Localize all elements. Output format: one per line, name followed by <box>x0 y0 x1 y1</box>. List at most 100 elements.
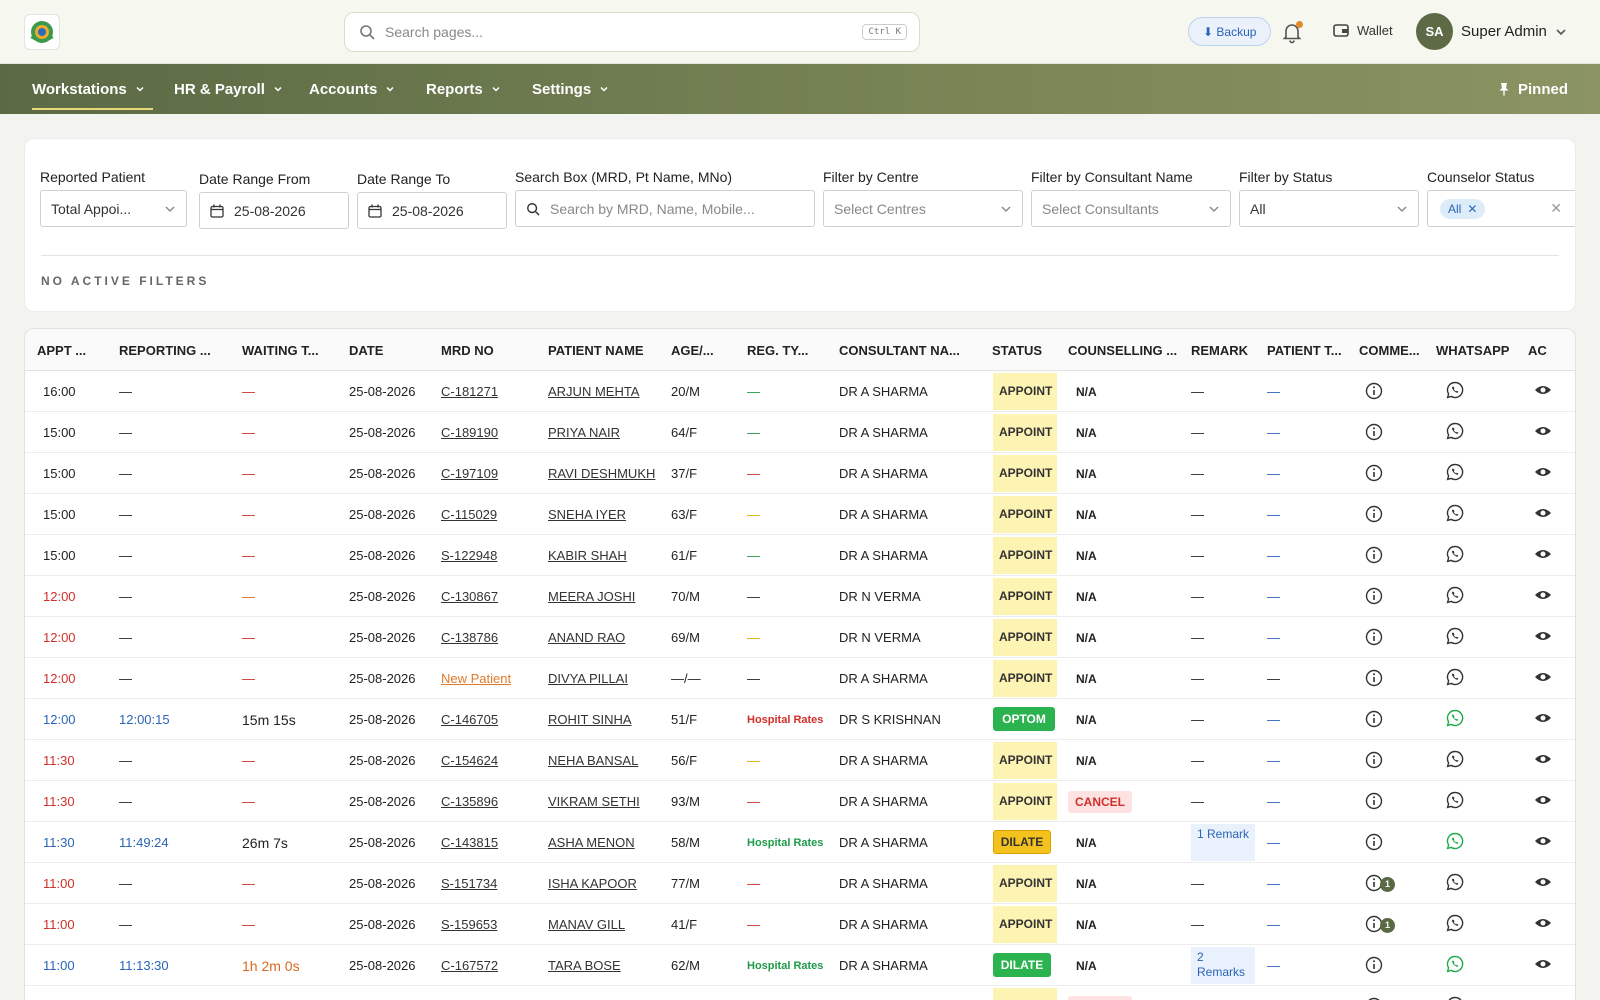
column-header[interactable]: PATIENT NAME <box>548 329 644 371</box>
eye-icon[interactable] <box>1534 545 1552 566</box>
eye-icon[interactable] <box>1534 955 1552 976</box>
status-badge[interactable]: APPOINT <box>993 455 1057 492</box>
info-icon[interactable]: 1 <box>1365 915 1395 935</box>
column-header[interactable]: AGE/... <box>671 329 714 371</box>
patient-name-link[interactable]: ANAND RAO <box>548 630 625 645</box>
cancel-badge[interactable]: CANCEL <box>1068 790 1132 813</box>
table-row[interactable]: 15:00 — — 25-08-2026 C-189190 PRIYA NAIR 64/F —… <box>25 412 1575 453</box>
patient-name-link[interactable]: SNEHA IYER <box>548 507 626 522</box>
eye-icon[interactable] <box>1534 668 1552 689</box>
whatsapp-icon[interactable] <box>1446 791 1464 812</box>
eye-icon[interactable] <box>1534 709 1552 730</box>
status-badge[interactable]: APPOINT <box>993 373 1057 410</box>
mrd-link[interactable]: S-151734 <box>441 876 497 891</box>
whatsapp-icon[interactable] <box>1446 832 1464 853</box>
mrd-link[interactable]: C-115029 <box>441 507 497 522</box>
column-header[interactable]: CONSULTANT NA... <box>839 329 960 371</box>
status-badge[interactable]: APPOINT <box>993 537 1057 574</box>
info-icon[interactable] <box>1365 423 1385 443</box>
column-header[interactable]: DATE <box>349 329 383 371</box>
avatar[interactable]: SA <box>1416 13 1453 50</box>
status-badge[interactable]: APPOINT <box>993 988 1057 1000</box>
date-from-input[interactable]: 25-08-2026 <box>199 192 349 229</box>
whatsapp-icon[interactable] <box>1446 381 1464 402</box>
chip-remove-icon[interactable]: ✕ <box>1467 202 1477 216</box>
info-icon[interactable]: 1 <box>1365 874 1395 894</box>
info-icon[interactable] <box>1365 792 1385 812</box>
info-icon[interactable] <box>1365 464 1385 484</box>
table-row[interactable]: 12:00 — — 25-08-2026 C-130867 MEERA JOSHI 70/M… <box>25 576 1575 617</box>
column-header[interactable]: WHATSAPP <box>1436 329 1509 371</box>
patient-name-link[interactable]: ISHA KAPOOR <box>548 876 637 891</box>
whatsapp-icon[interactable] <box>1446 586 1464 607</box>
column-header[interactable]: COMME... <box>1359 329 1420 371</box>
info-icon[interactable] <box>1365 587 1385 607</box>
remark-link[interactable]: 1 Remark <box>1191 824 1255 861</box>
table-row[interactable]: 11:30 11:49:24 26m 7s 25-08-2026 C-143815 ASH… <box>25 822 1575 863</box>
status-badge[interactable]: APPOINT <box>993 578 1057 615</box>
whatsapp-icon[interactable] <box>1446 668 1464 689</box>
patient-name-link[interactable]: NEHA BANSAL <box>548 753 638 768</box>
mrd-link[interactable]: C-146705 <box>441 712 498 727</box>
counselor-status-select[interactable]: All ✕ ✕ <box>1427 190 1575 227</box>
whatsapp-icon[interactable] <box>1446 422 1464 443</box>
info-icon[interactable] <box>1365 669 1385 689</box>
status-badge[interactable]: APPOINT <box>993 496 1057 533</box>
remark-link[interactable]: 2 Remarks <box>1191 947 1255 984</box>
info-icon[interactable] <box>1365 710 1385 730</box>
clear-icon[interactable]: ✕ <box>1550 200 1562 217</box>
eye-icon[interactable] <box>1534 914 1552 935</box>
eye-icon[interactable] <box>1534 422 1552 443</box>
pinned-button[interactable]: Pinned <box>1498 64 1568 114</box>
patient-name-link[interactable]: ROHIT SINHA <box>548 712 632 727</box>
mrd-link[interactable]: S-159653 <box>441 917 497 932</box>
table-row[interactable]: APPOINT CANCEL <box>25 986 1575 1000</box>
info-icon[interactable] <box>1365 505 1385 525</box>
eye-icon[interactable] <box>1534 873 1552 894</box>
whatsapp-icon[interactable] <box>1446 627 1464 648</box>
whatsapp-icon[interactable] <box>1446 873 1464 894</box>
nav-item-settings[interactable]: Settings <box>532 64 609 114</box>
info-icon[interactable] <box>1365 751 1385 771</box>
patient-name-link[interactable]: ARJUN MEHTA <box>548 384 639 399</box>
patient-name-link[interactable]: RAVI DESHMUKH <box>548 466 655 481</box>
column-header[interactable]: PATIENT T... <box>1267 329 1342 371</box>
mrd-link[interactable]: C-135896 <box>441 794 498 809</box>
info-icon[interactable] <box>1365 628 1385 648</box>
whatsapp-icon[interactable] <box>1446 504 1464 525</box>
patient-name-link[interactable]: DIVYA PILLAI <box>548 671 628 686</box>
mrd-link[interactable]: New Patient <box>441 671 511 686</box>
info-icon[interactable] <box>1365 382 1385 402</box>
eye-icon[interactable] <box>1534 504 1552 525</box>
date-to-input[interactable]: 25-08-2026 <box>357 192 507 229</box>
wallet-button[interactable]: Wallet <box>1333 22 1393 38</box>
mrd-link[interactable]: C-181271 <box>441 384 498 399</box>
user-name[interactable]: Super Admin <box>1461 23 1547 40</box>
backup-button[interactable]: ⬇ Backup <box>1188 17 1272 46</box>
whatsapp-icon[interactable] <box>1446 914 1464 935</box>
table-row[interactable]: 15:00 — — 25-08-2026 C-115029 SNEHA IYER 63/F —… <box>25 494 1575 535</box>
mrd-link[interactable]: C-130867 <box>441 589 498 604</box>
column-header[interactable]: COUNSELLING ... <box>1068 329 1177 371</box>
nav-item-hr-payroll[interactable]: HR & Payroll <box>174 64 283 114</box>
whatsapp-icon[interactable] <box>1446 545 1464 566</box>
mrd-link[interactable]: C-143815 <box>441 835 498 850</box>
mrd-link[interactable]: S-122948 <box>441 548 497 563</box>
eye-icon[interactable] <box>1534 381 1552 402</box>
global-search[interactable]: Search pages... Ctrl K <box>344 12 920 52</box>
column-header[interactable]: WAITING T... <box>242 329 319 371</box>
patient-search-input[interactable]: Search by MRD, Name, Mobile... <box>515 190 815 227</box>
status-badge[interactable]: APPOINT <box>993 660 1057 697</box>
mrd-link[interactable]: C-167572 <box>441 958 498 973</box>
cancel-badge[interactable]: CANCEL <box>1068 995 1132 1000</box>
status-badge[interactable]: OPTOM <box>993 707 1055 731</box>
whatsapp-icon[interactable] <box>1446 996 1464 1000</box>
table-row[interactable]: 11:00 — — 25-08-2026 S-159653 MANAV GILL 41/F —… <box>25 904 1575 945</box>
table-row[interactable]: 15:00 — — 25-08-2026 C-197109 RAVI DESHMUKH 37… <box>25 453 1575 494</box>
status-badge[interactable]: APPOINT <box>993 619 1057 656</box>
status-badge[interactable]: APPOINT <box>993 414 1057 451</box>
column-header[interactable]: AC <box>1528 329 1547 371</box>
info-icon[interactable] <box>1365 833 1385 853</box>
status-badge[interactable]: DILATE <box>993 953 1051 977</box>
table-row[interactable]: 12:00 12:00:15 15m 15s 25-08-2026 C-146705 RO… <box>25 699 1575 740</box>
